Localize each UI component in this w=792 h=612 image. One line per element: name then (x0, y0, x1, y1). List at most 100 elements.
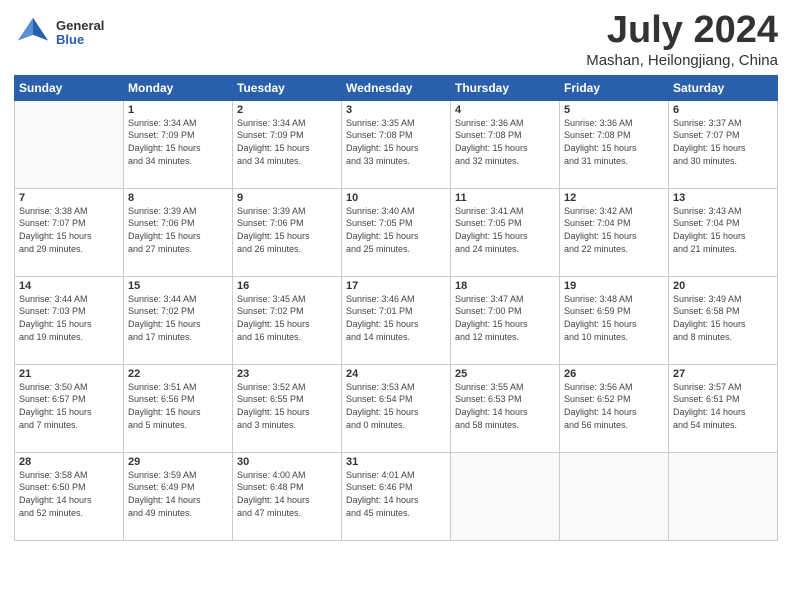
calendar-week-5: 28Sunrise: 3:58 AM Sunset: 6:50 PM Dayli… (15, 452, 778, 540)
calendar-cell (451, 452, 560, 540)
day-info: Sunrise: 3:53 AM Sunset: 6:54 PM Dayligh… (346, 381, 446, 431)
day-number: 28 (19, 456, 119, 468)
day-info: Sunrise: 3:36 AM Sunset: 7:08 PM Dayligh… (455, 117, 555, 167)
day-info: Sunrise: 3:50 AM Sunset: 6:57 PM Dayligh… (19, 381, 119, 431)
calendar-cell: 13Sunrise: 3:43 AM Sunset: 7:04 PM Dayli… (669, 188, 778, 276)
calendar-week-2: 7Sunrise: 3:38 AM Sunset: 7:07 PM Daylig… (15, 188, 778, 276)
page: General Blue July 2024 Mashan, Heilongji… (0, 0, 792, 612)
calendar-cell: 10Sunrise: 3:40 AM Sunset: 7:05 PM Dayli… (342, 188, 451, 276)
day-info: Sunrise: 3:52 AM Sunset: 6:55 PM Dayligh… (237, 381, 337, 431)
calendar-cell: 24Sunrise: 3:53 AM Sunset: 6:54 PM Dayli… (342, 364, 451, 452)
day-number: 26 (564, 368, 664, 380)
day-number: 9 (237, 192, 337, 204)
day-info: Sunrise: 3:48 AM Sunset: 6:59 PM Dayligh… (564, 293, 664, 343)
day-number: 10 (346, 192, 446, 204)
calendar-cell: 14Sunrise: 3:44 AM Sunset: 7:03 PM Dayli… (15, 276, 124, 364)
day-number: 20 (673, 280, 773, 292)
calendar-cell: 7Sunrise: 3:38 AM Sunset: 7:07 PM Daylig… (15, 188, 124, 276)
calendar-cell: 22Sunrise: 3:51 AM Sunset: 6:56 PM Dayli… (124, 364, 233, 452)
calendar-cell: 12Sunrise: 3:42 AM Sunset: 7:04 PM Dayli… (560, 188, 669, 276)
day-number: 15 (128, 280, 228, 292)
day-info: Sunrise: 3:51 AM Sunset: 6:56 PM Dayligh… (128, 381, 228, 431)
calendar: SundayMondayTuesdayWednesdayThursdayFrid… (14, 75, 778, 541)
day-number: 23 (237, 368, 337, 380)
calendar-cell: 19Sunrise: 3:48 AM Sunset: 6:59 PM Dayli… (560, 276, 669, 364)
calendar-week-3: 14Sunrise: 3:44 AM Sunset: 7:03 PM Dayli… (15, 276, 778, 364)
day-info: Sunrise: 3:43 AM Sunset: 7:04 PM Dayligh… (673, 205, 773, 255)
day-number: 25 (455, 368, 555, 380)
day-number: 11 (455, 192, 555, 204)
calendar-cell: 28Sunrise: 3:58 AM Sunset: 6:50 PM Dayli… (15, 452, 124, 540)
day-number: 18 (455, 280, 555, 292)
day-number: 13 (673, 192, 773, 204)
calendar-header-friday: Friday (560, 75, 669, 100)
calendar-cell (560, 452, 669, 540)
day-info: Sunrise: 3:40 AM Sunset: 7:05 PM Dayligh… (346, 205, 446, 255)
day-info: Sunrise: 3:49 AM Sunset: 6:58 PM Dayligh… (673, 293, 773, 343)
month-title: July 2024 (586, 10, 778, 52)
location-title: Mashan, Heilongjiang, China (586, 52, 778, 69)
day-number: 6 (673, 104, 773, 116)
calendar-header-wednesday: Wednesday (342, 75, 451, 100)
calendar-cell: 6Sunrise: 3:37 AM Sunset: 7:07 PM Daylig… (669, 100, 778, 188)
day-number: 12 (564, 192, 664, 204)
calendar-cell: 18Sunrise: 3:47 AM Sunset: 7:00 PM Dayli… (451, 276, 560, 364)
day-info: Sunrise: 3:55 AM Sunset: 6:53 PM Dayligh… (455, 381, 555, 431)
calendar-header-monday: Monday (124, 75, 233, 100)
calendar-cell: 1Sunrise: 3:34 AM Sunset: 7:09 PM Daylig… (124, 100, 233, 188)
day-info: Sunrise: 3:46 AM Sunset: 7:01 PM Dayligh… (346, 293, 446, 343)
day-info: Sunrise: 3:37 AM Sunset: 7:07 PM Dayligh… (673, 117, 773, 167)
calendar-header-thursday: Thursday (451, 75, 560, 100)
day-info: Sunrise: 3:41 AM Sunset: 7:05 PM Dayligh… (455, 205, 555, 255)
calendar-cell (15, 100, 124, 188)
calendar-cell: 9Sunrise: 3:39 AM Sunset: 7:06 PM Daylig… (233, 188, 342, 276)
day-number: 5 (564, 104, 664, 116)
calendar-cell (669, 452, 778, 540)
day-number: 7 (19, 192, 119, 204)
day-number: 14 (19, 280, 119, 292)
day-info: Sunrise: 3:56 AM Sunset: 6:52 PM Dayligh… (564, 381, 664, 431)
day-info: Sunrise: 3:57 AM Sunset: 6:51 PM Dayligh… (673, 381, 773, 431)
calendar-header-sunday: Sunday (15, 75, 124, 100)
day-info: Sunrise: 3:44 AM Sunset: 7:02 PM Dayligh… (128, 293, 228, 343)
day-info: Sunrise: 3:38 AM Sunset: 7:07 PM Dayligh… (19, 205, 119, 255)
day-number: 8 (128, 192, 228, 204)
calendar-cell: 30Sunrise: 4:00 AM Sunset: 6:48 PM Dayli… (233, 452, 342, 540)
calendar-cell: 5Sunrise: 3:36 AM Sunset: 7:08 PM Daylig… (560, 100, 669, 188)
day-info: Sunrise: 3:42 AM Sunset: 7:04 PM Dayligh… (564, 205, 664, 255)
day-number: 3 (346, 104, 446, 116)
day-number: 4 (455, 104, 555, 116)
calendar-cell: 2Sunrise: 3:34 AM Sunset: 7:09 PM Daylig… (233, 100, 342, 188)
day-number: 29 (128, 456, 228, 468)
logo-general: General (56, 19, 104, 33)
day-info: Sunrise: 3:39 AM Sunset: 7:06 PM Dayligh… (237, 205, 337, 255)
day-number: 31 (346, 456, 446, 468)
calendar-cell: 29Sunrise: 3:59 AM Sunset: 6:49 PM Dayli… (124, 452, 233, 540)
header: General Blue July 2024 Mashan, Heilongji… (14, 10, 778, 69)
calendar-header-tuesday: Tuesday (233, 75, 342, 100)
calendar-cell: 26Sunrise: 3:56 AM Sunset: 6:52 PM Dayli… (560, 364, 669, 452)
day-number: 16 (237, 280, 337, 292)
day-info: Sunrise: 3:34 AM Sunset: 7:09 PM Dayligh… (237, 117, 337, 167)
day-number: 19 (564, 280, 664, 292)
day-info: Sunrise: 3:58 AM Sunset: 6:50 PM Dayligh… (19, 469, 119, 519)
day-info: Sunrise: 3:39 AM Sunset: 7:06 PM Dayligh… (128, 205, 228, 255)
day-number: 2 (237, 104, 337, 116)
day-number: 17 (346, 280, 446, 292)
day-info: Sunrise: 3:59 AM Sunset: 6:49 PM Dayligh… (128, 469, 228, 519)
day-info: Sunrise: 3:36 AM Sunset: 7:08 PM Dayligh… (564, 117, 664, 167)
calendar-header-row: SundayMondayTuesdayWednesdayThursdayFrid… (15, 75, 778, 100)
calendar-week-4: 21Sunrise: 3:50 AM Sunset: 6:57 PM Dayli… (15, 364, 778, 452)
calendar-header-saturday: Saturday (669, 75, 778, 100)
logo-blue: Blue (56, 33, 104, 47)
day-info: Sunrise: 4:00 AM Sunset: 6:48 PM Dayligh… (237, 469, 337, 519)
day-info: Sunrise: 3:45 AM Sunset: 7:02 PM Dayligh… (237, 293, 337, 343)
day-number: 21 (19, 368, 119, 380)
calendar-cell: 20Sunrise: 3:49 AM Sunset: 6:58 PM Dayli… (669, 276, 778, 364)
logo-text: General Blue (56, 19, 104, 48)
calendar-cell: 21Sunrise: 3:50 AM Sunset: 6:57 PM Dayli… (15, 364, 124, 452)
calendar-cell: 15Sunrise: 3:44 AM Sunset: 7:02 PM Dayli… (124, 276, 233, 364)
day-number: 24 (346, 368, 446, 380)
day-info: Sunrise: 3:47 AM Sunset: 7:00 PM Dayligh… (455, 293, 555, 343)
calendar-cell: 25Sunrise: 3:55 AM Sunset: 6:53 PM Dayli… (451, 364, 560, 452)
